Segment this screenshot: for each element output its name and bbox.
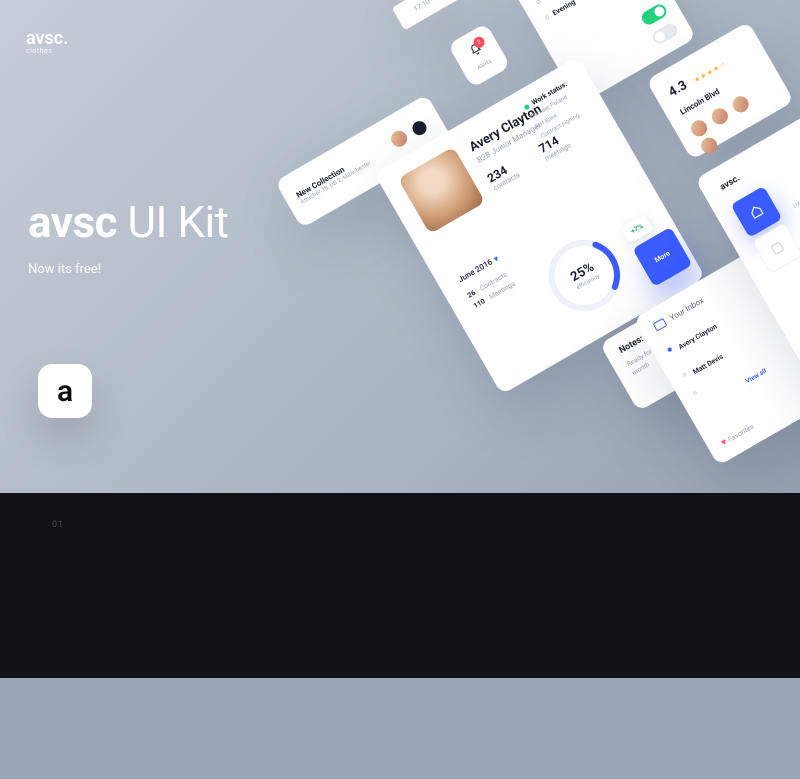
headline-subtitle: Now its free! (28, 262, 229, 277)
rating-score: 4.3 (666, 78, 690, 100)
avatar (698, 135, 720, 157)
app-icon-letter: a (57, 374, 73, 409)
schedule-toggles (639, 2, 680, 46)
headline-title-bold: avsc (28, 196, 117, 248)
inbox-header-label: Your Inbox (668, 296, 705, 323)
alerts-card[interactable]: 2 Alerts (448, 23, 511, 88)
chevron-down-icon: ▾ (492, 254, 500, 264)
stat-contracts: 234 contracts (485, 159, 521, 193)
schedule-section: Evening (544, 0, 641, 22)
app-icon: a (38, 364, 92, 418)
rating-stars: ★★★★☆ (693, 60, 729, 85)
alerts-label: Alerts (476, 57, 493, 71)
profile-photo (398, 147, 485, 234)
avatar (730, 93, 752, 115)
envelope-icon (653, 318, 668, 332)
time-pill-value: 17:10 - 19 (412, 0, 443, 13)
inbox-name: Matt Devis (692, 353, 725, 377)
metric-value: 26 (466, 289, 477, 300)
avatar (709, 105, 731, 127)
favorites-label: Favorites (727, 423, 756, 444)
heart-icon[interactable]: ♥ Favorites (719, 421, 756, 449)
toggle-on[interactable] (639, 2, 669, 27)
collection-title: New Collection (295, 152, 369, 200)
page-number: 01 (52, 520, 64, 530)
avatar (688, 117, 710, 139)
more-label: More (653, 249, 671, 264)
toggle-off[interactable] (650, 21, 680, 46)
brand-sub: clothes (26, 48, 68, 55)
brand-logo: avsc. clothes (26, 30, 68, 55)
time-pill-card: 17:10 - 19 (392, 0, 464, 30)
schedule-sub (539, 0, 632, 6)
avatar (410, 119, 429, 138)
avatar (388, 128, 410, 150)
collection-text: New Collection Attacher 18, UB 2, Manche… (295, 152, 373, 206)
schedule-title: Evening (551, 0, 577, 17)
breadcrumb: UX Research (792, 187, 800, 210)
brand-name: avsc. (26, 28, 68, 49)
